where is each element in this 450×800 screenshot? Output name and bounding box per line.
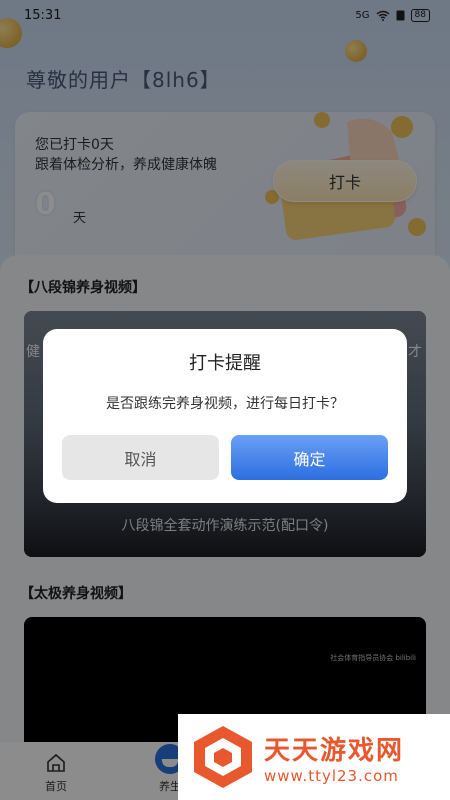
watermark-logo-icon <box>194 726 252 788</box>
app-screen: 15:31 5G 88 尊敬的用户【8lh6】 您已打卡0天 跟着体检分析，养成… <box>0 0 450 800</box>
checkin-dialog: 打卡提醒 是否跟练完养身视频，进行每日打卡？ 取消 确定 <box>43 329 407 503</box>
watermark-url: www.ttyl23.com <box>264 766 399 785</box>
watermark-text: 天天游戏网 www.ttyl23.com <box>264 730 404 785</box>
cancel-button[interactable]: 取消 <box>62 435 219 480</box>
confirm-button[interactable]: 确定 <box>231 435 388 480</box>
dialog-title: 打卡提醒 <box>189 353 261 374</box>
dialog-message: 是否跟练完养身视频，进行每日打卡？ <box>106 396 344 412</box>
site-watermark-banner: 天天游戏网 www.ttyl23.com <box>178 714 450 800</box>
watermark-title: 天天游戏网 <box>264 735 405 766</box>
